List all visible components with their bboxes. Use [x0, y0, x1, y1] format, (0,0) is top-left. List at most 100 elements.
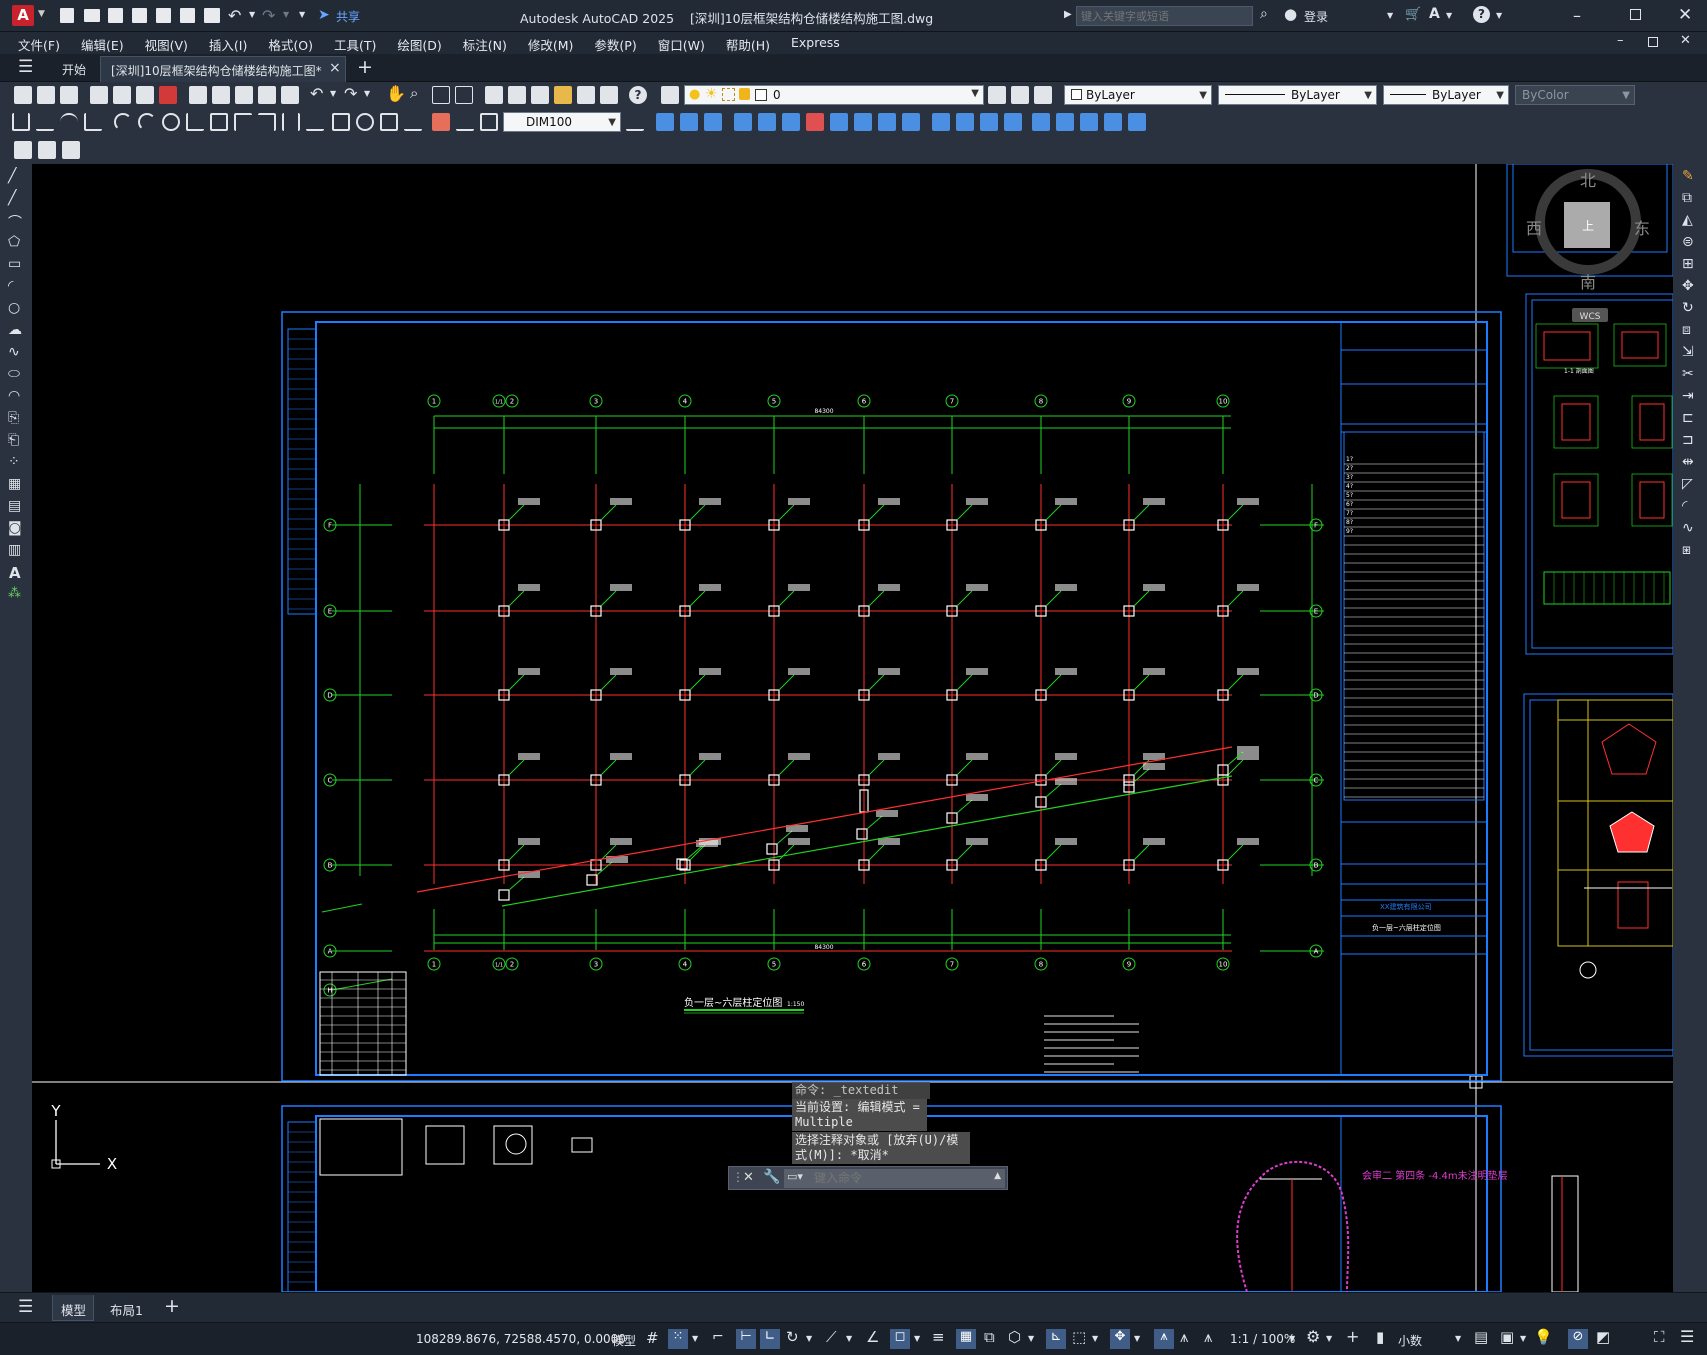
designcenter-icon[interactable]: [508, 86, 526, 104]
blockedit-icon[interactable]: [281, 86, 299, 104]
command-input-box[interactable]: ▭▾ ▲: [784, 1169, 1005, 1188]
dynamic-ucs-icon[interactable]: ⊾: [1046, 1329, 1066, 1349]
mtext-icon[interactable]: A: [9, 564, 21, 582]
a360-dropdown-icon[interactable]: ▼: [1446, 11, 1452, 20]
doc-minimize-icon[interactable]: –: [1617, 33, 1624, 48]
ellipse-arc-icon[interactable]: ◠: [8, 388, 20, 404]
units-value[interactable]: 小数: [1398, 1332, 1422, 1349]
layer-state-icon[interactable]: [1034, 86, 1052, 104]
login-dropdown-icon[interactable]: ▼: [1387, 11, 1393, 20]
command-recent-icon[interactable]: ▲: [994, 1171, 1001, 1181]
point-icon[interactable]: ⁘: [8, 454, 20, 470]
dim-inspect-icon[interactable]: [380, 113, 398, 131]
minimize-icon[interactable]: –: [1573, 6, 1581, 25]
dimstyle-dropdown-arrow-icon[interactable]: ▼: [608, 113, 616, 132]
center-mark-icon[interactable]: [356, 113, 374, 131]
hardware-acceleration-icon[interactable]: ⊘: [1568, 1329, 1588, 1349]
viewcube-south[interactable]: 南: [1580, 273, 1596, 292]
menu-file[interactable]: 文件(F): [18, 35, 60, 54]
menu-draw[interactable]: 绘图(D): [397, 35, 441, 54]
cursor-coordinates[interactable]: 108289.8676, 72588.4570, 0.0000: [416, 1332, 626, 1346]
polar-dropdown-icon[interactable]: ▼: [806, 1334, 812, 1343]
redo-tb-dropdown-icon[interactable]: ▼: [364, 89, 370, 98]
make-block-side-icon[interactable]: ⎗: [8, 432, 19, 448]
zoom-previous-icon[interactable]: [455, 86, 473, 104]
dim-baseline-icon[interactable]: [234, 113, 252, 131]
login-label[interactable]: 登录: [1304, 8, 1328, 25]
drawing-canvas[interactable]: 1? 2? 3? 4? 5? 6? 7? 8? 9? XX建筑有限公司 负一层~六层柱定位图 8…: [32, 164, 1673, 1292]
selection-filter-icon[interactable]: ⬚: [1072, 1328, 1086, 1346]
region-icon[interactable]: ◙: [8, 520, 22, 536]
slice-icon[interactable]: [782, 113, 800, 131]
command-customize-icon[interactable]: 🔧: [763, 1169, 780, 1185]
undo-tb-dropdown-icon[interactable]: ▼: [330, 89, 336, 98]
new-tab-button[interactable]: +: [357, 56, 373, 78]
web-open-icon[interactable]: [156, 8, 171, 23]
command-prompt-icon[interactable]: ▭▾: [787, 1170, 803, 1183]
fillet-icon[interactable]: ◜: [1682, 498, 1687, 514]
zoom-window-icon[interactable]: [432, 86, 450, 104]
properties-icon[interactable]: [485, 86, 503, 104]
move-face-icon[interactable]: [956, 113, 974, 131]
hamburger-menu-icon[interactable]: ☰: [18, 57, 33, 77]
undo-tb-icon[interactable]: ↶: [310, 84, 323, 103]
autodesk-a360-icon[interactable]: A: [1429, 6, 1440, 22]
break-icon[interactable]: ⊐: [1682, 432, 1694, 448]
share-label[interactable]: 共享: [336, 8, 360, 25]
clean-icon[interactable]: [1056, 113, 1074, 131]
help-tb-icon[interactable]: ?: [629, 86, 647, 104]
customize-qat-icon[interactable]: ▼: [299, 10, 305, 19]
arc-icon[interactable]: ◜: [8, 278, 13, 294]
hatch-icon[interactable]: ▦: [8, 476, 21, 492]
sheetset-icon[interactable]: [554, 86, 572, 104]
dimstyle-icon[interactable]: [626, 113, 644, 131]
menu-view[interactable]: 视图(V): [145, 35, 188, 54]
workspace-gear-icon[interactable]: ⚙: [1306, 1327, 1320, 1346]
menu-modify[interactable]: 修改(M): [528, 35, 574, 54]
revolve-icon[interactable]: [758, 113, 776, 131]
annotation-scale-value[interactable]: 1:1 / 100%: [1230, 1332, 1295, 1346]
isolate-objects-icon[interactable]: 💡: [1534, 1328, 1553, 1346]
layout-list-icon[interactable]: ☰: [18, 1297, 33, 1317]
app-menu-chevron-icon[interactable]: ▼: [38, 9, 45, 19]
layer-previous-icon[interactable]: [1011, 86, 1029, 104]
wcs-label[interactable]: WCS: [1580, 312, 1601, 322]
blend-icon[interactable]: ∿: [1682, 520, 1694, 536]
break-at-point-icon[interactable]: ⊏: [1682, 410, 1694, 426]
annotation-scale-dropdown-icon[interactable]: ▼: [1289, 1334, 1295, 1343]
scale-icon[interactable]: ⧈: [1682, 322, 1691, 338]
infer-constraints-icon[interactable]: ⌐: [712, 1329, 724, 1345]
selection-filter-dropdown-icon[interactable]: ▼: [1092, 1334, 1098, 1343]
units-icon[interactable]: ▮: [1376, 1328, 1384, 1346]
add-layout-button[interactable]: +: [164, 1295, 180, 1317]
layer-lock-icon[interactable]: [739, 88, 750, 100]
table-side-icon[interactable]: ▥: [8, 542, 21, 558]
spline-icon[interactable]: ∿: [8, 344, 20, 360]
dim-aligned-icon[interactable]: [36, 113, 54, 131]
add-selected-icon[interactable]: ⁂: [8, 586, 21, 601]
color-dropdown[interactable]: ByLayer ▼: [1064, 85, 1212, 105]
preview-icon[interactable]: [113, 86, 131, 104]
gradient-icon[interactable]: ▤: [8, 498, 21, 514]
circle-icon[interactable]: ○: [8, 300, 20, 316]
command-input[interactable]: [814, 1170, 974, 1186]
linetype-dropdown-arrow-icon[interactable]: ▼: [1364, 86, 1372, 105]
layer-dropdown-arrow-icon[interactable]: ▼: [971, 88, 979, 99]
qdim-icon[interactable]: [210, 113, 228, 131]
dim-update-icon[interactable]: [480, 113, 498, 131]
customize-status-icon[interactable]: ☰: [1680, 1327, 1694, 1346]
save-tb-icon[interactable]: [60, 86, 78, 104]
insert-block-side-icon[interactable]: ⎘: [8, 410, 19, 426]
gizmo-icon[interactable]: ✥: [1110, 1329, 1130, 1349]
markup-icon[interactable]: [577, 86, 595, 104]
dim-arc-icon[interactable]: [60, 113, 78, 131]
intersect-icon[interactable]: [902, 113, 920, 131]
rotate-icon[interactable]: ↻: [1682, 300, 1694, 316]
copy-icon[interactable]: [212, 86, 230, 104]
grid-icon[interactable]: #: [646, 1329, 659, 1347]
save-as-icon[interactable]: [132, 8, 147, 23]
redo-tb-icon[interactable]: ↷: [344, 84, 357, 103]
help-dropdown-icon[interactable]: ▼: [1496, 11, 1502, 20]
model-space-toggle[interactable]: 模型: [612, 1332, 636, 1349]
menu-parametric[interactable]: 参数(P): [594, 35, 636, 54]
